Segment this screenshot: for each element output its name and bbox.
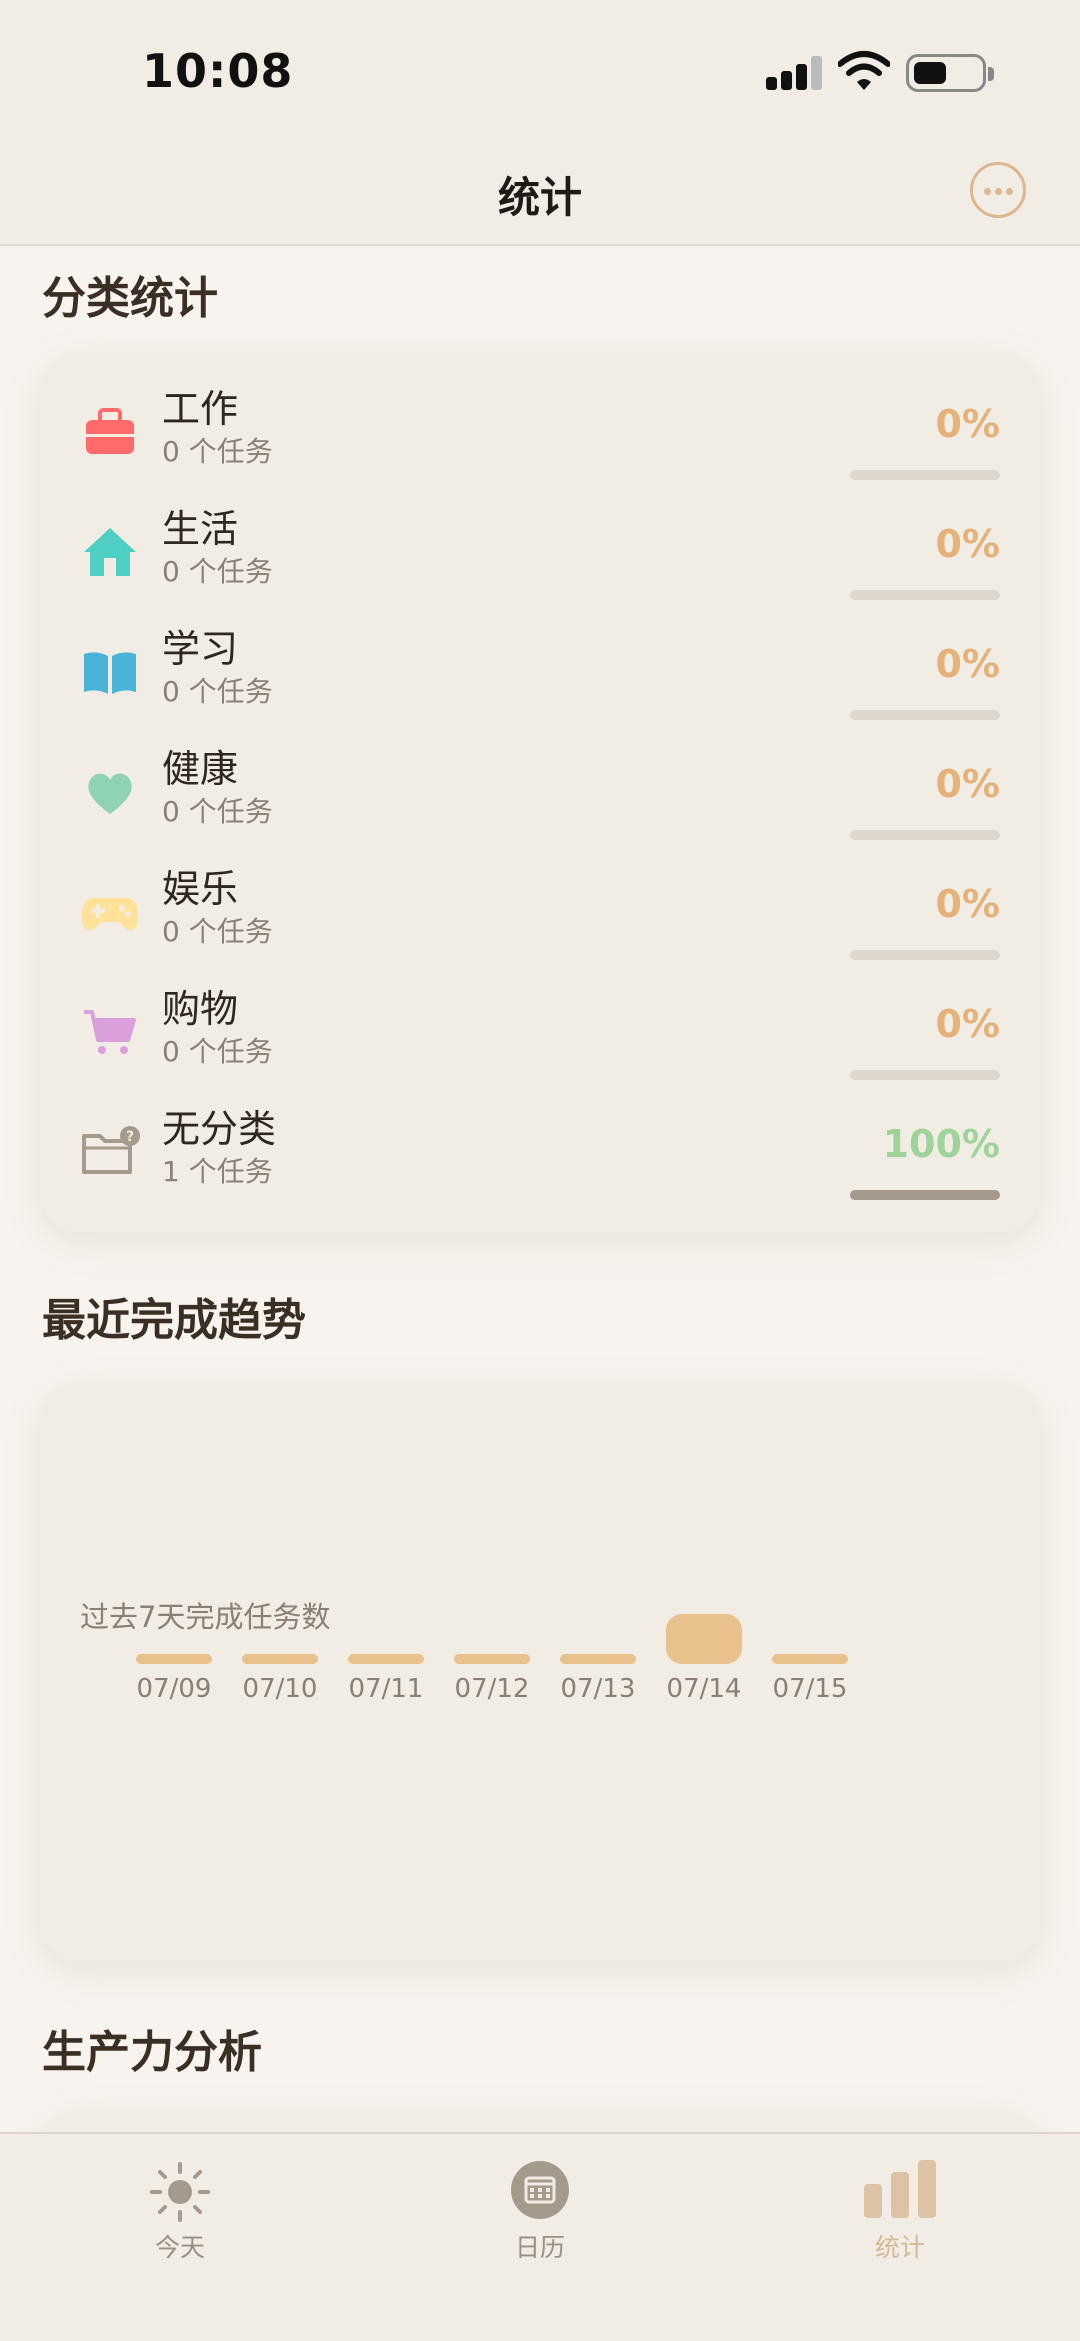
heart-icon <box>88 773 132 814</box>
category-percent: 0% <box>935 882 1000 926</box>
trend-day-label: 07/09 <box>136 1674 212 1704</box>
trend-day-label: 07/11 <box>348 1674 424 1704</box>
category-task-count: 0 个任务 <box>162 555 273 588</box>
tab-today[interactable]: 今天 <box>80 2148 280 2262</box>
bottom-tab-bar: 今天 日历 统计 <box>0 2132 1080 2341</box>
tab-statistics[interactable]: 统计 <box>800 2148 1000 2262</box>
category-percent: 0% <box>935 762 1000 806</box>
category-task-count: 1 个任务 <box>162 1155 273 1188</box>
category-stats-title: 分类统计 <box>42 273 218 324</box>
category-percent: 0% <box>935 1002 1000 1046</box>
category-name: 无分类 <box>162 1107 277 1151</box>
battery-icon <box>906 54 994 92</box>
calendar-icon <box>511 2161 569 2219</box>
house-icon <box>84 528 136 576</box>
category-row-shopping[interactable]: 购物 0 个任务 0% <box>40 974 1040 1094</box>
category-percent: 0% <box>935 522 1000 566</box>
folder-question-icon: ? <box>82 1126 140 1174</box>
cart-icon <box>84 1010 136 1054</box>
trend-bar <box>348 1654 424 1664</box>
category-progress-bar <box>850 950 1000 960</box>
category-progress-bar <box>850 710 1000 720</box>
category-name: 购物 <box>162 987 239 1031</box>
tab-label: 今天 <box>154 2233 205 2262</box>
wifi-icon <box>838 51 890 90</box>
trend-day-label: 07/15 <box>772 1674 848 1704</box>
category-row-entertainment[interactable]: 娱乐 0 个任务 0% <box>40 854 1040 974</box>
trend-bar <box>772 1654 848 1664</box>
category-task-count: 0 个任务 <box>162 675 273 708</box>
category-percent: 0% <box>935 402 1000 446</box>
category-name: 学习 <box>162 627 239 671</box>
category-task-count: 0 个任务 <box>162 435 273 468</box>
trend-bar <box>560 1654 636 1664</box>
page-title: 统计 <box>497 173 582 222</box>
productivity-analysis-title: 生产力分析 <box>42 2027 262 2078</box>
trend-day-label: 07/14 <box>666 1674 742 1704</box>
trend-bar <box>136 1654 212 1664</box>
tab-label: 统计 <box>874 2233 925 2262</box>
category-progress-bar <box>850 470 1000 480</box>
gamepad-icon <box>82 898 138 930</box>
recent-trend-card: 过去7天完成任务数 07/09 07/10 07/11 07/12 07/13 07/14… <box>40 1382 1040 1962</box>
category-percent: 0% <box>935 642 1000 686</box>
trend-day-label: 07/12 <box>454 1674 530 1704</box>
category-name: 工作 <box>162 387 239 431</box>
category-progress-bar <box>850 830 1000 840</box>
status-time: 10:08 <box>142 44 294 98</box>
svg-text:?: ? <box>126 1129 134 1145</box>
trend-bar <box>454 1654 530 1664</box>
category-task-count: 0 个任务 <box>162 795 273 828</box>
status-bar: 10:08 <box>0 0 1080 140</box>
category-name: 生活 <box>162 507 239 551</box>
book-icon <box>84 652 136 694</box>
trend-bar <box>666 1614 742 1664</box>
tab-label: 日历 <box>514 2233 565 2262</box>
navigation-bar: 统计 <box>0 140 1080 246</box>
category-row-life[interactable]: 生活 0 个任务 0% <box>40 494 1040 614</box>
category-row-health[interactable]: 健康 0 个任务 0% <box>40 734 1040 854</box>
bar-chart-icon <box>864 2160 936 2218</box>
category-row-uncategorized[interactable]: ? 无分类 1 个任务 100% <box>40 1094 1040 1214</box>
category-progress-bar <box>850 1070 1000 1080</box>
stats-scroll-content[interactable]: 分类统计 工作 0 个任务 0% 生活 0 个任务 0% 学习 0 个任务 0%… <box>0 248 1080 2132</box>
category-row-study[interactable]: 学习 0 个任务 0% <box>40 614 1040 734</box>
category-percent: 100% <box>882 1122 1000 1166</box>
category-task-count: 0 个任务 <box>162 915 273 948</box>
category-task-count: 0 个任务 <box>162 1035 273 1068</box>
tab-calendar[interactable]: 日历 <box>440 2148 640 2262</box>
trend-day-label: 07/10 <box>242 1674 318 1704</box>
category-row-work[interactable]: 工作 0 个任务 0% <box>40 374 1040 494</box>
briefcase-icon <box>86 408 134 454</box>
cellular-signal-icon <box>766 56 824 90</box>
trend-day-label: 07/13 <box>560 1674 636 1704</box>
category-stats-card: 工作 0 个任务 0% 生活 0 个任务 0% 学习 0 个任务 0% 健康 0… <box>40 352 1040 1232</box>
productivity-analysis-card <box>40 2110 1040 2132</box>
category-name: 娱乐 <box>162 867 239 911</box>
trend-bar <box>242 1654 318 1664</box>
category-name: 健康 <box>162 747 239 791</box>
more-options-button[interactable] <box>970 162 1026 218</box>
category-progress-bar <box>850 1190 1000 1200</box>
category-progress-bar <box>850 590 1000 600</box>
recent-trend-title: 最近完成趋势 <box>42 1295 306 1346</box>
sun-icon <box>150 2162 210 2222</box>
trend-chart-subtitle: 过去7天完成任务数 <box>80 1600 331 1634</box>
